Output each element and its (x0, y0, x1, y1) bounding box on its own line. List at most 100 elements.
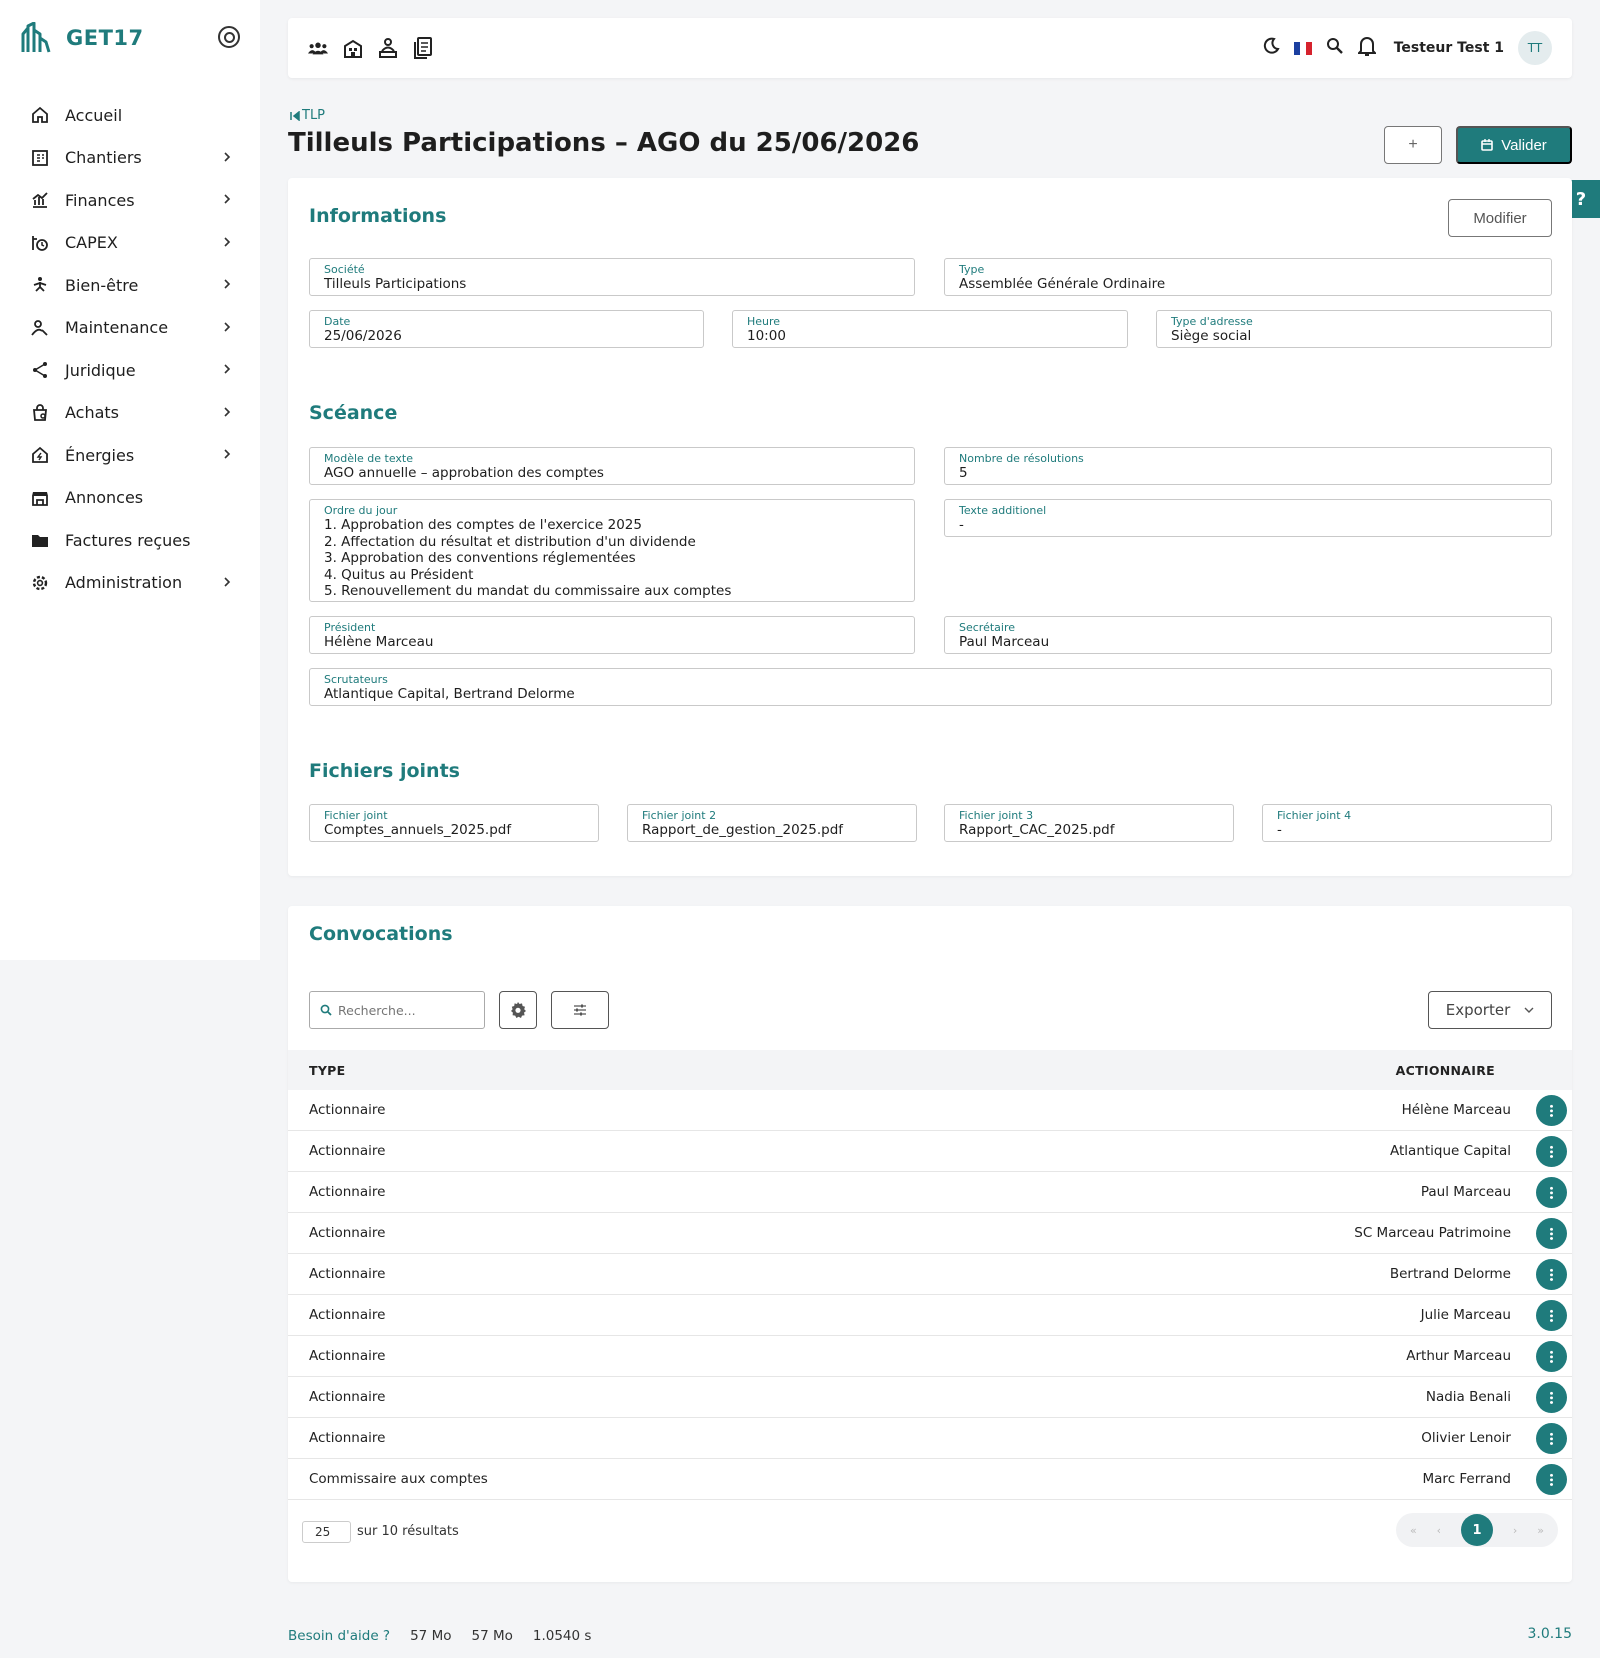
sidebar-item-juridique[interactable]: Juridique (0, 349, 260, 392)
fichier-joint-3-field[interactable]: Fichier joint 3 Rapport_CAC_2025.pdf (944, 804, 1234, 842)
heure-field[interactable]: Heure 10:00 (732, 310, 1128, 348)
more-vertical-icon (1550, 1103, 1553, 1117)
row-actions-button[interactable] (1536, 1094, 1567, 1126)
table-row[interactable]: Actionnaire Nadia Benali (288, 1377, 1572, 1418)
breadcrumb[interactable]: TLP (290, 108, 325, 123)
search-box[interactable] (309, 991, 485, 1029)
cell-type: Actionnaire (309, 1430, 386, 1446)
table-row[interactable]: Actionnaire SC Marceau Patrimoine (288, 1213, 1572, 1254)
table-row[interactable]: Actionnaire Olivier Lenoir (288, 1418, 1572, 1459)
row-actions-button[interactable] (1536, 1217, 1567, 1249)
scrutateurs-field[interactable]: Scrutateurs Atlantique Capital, Bertrand… (309, 668, 1552, 706)
sidebar-item-chantiers[interactable]: Chantiers (0, 137, 260, 180)
sidebar-item-maintenance[interactable]: Maintenance (0, 307, 260, 350)
french-flag-icon[interactable] (1293, 41, 1312, 55)
type-adresse-field[interactable]: Type d'adresse Siège social (1156, 310, 1552, 348)
current-page-button[interactable]: 1 (1460, 1514, 1493, 1546)
nb-resolutions-field[interactable]: Nombre de résolutions 5 (944, 447, 1552, 485)
pagination: « ‹ 1 › » (1396, 1513, 1558, 1547)
bell-icon[interactable] (1356, 36, 1378, 60)
sidebar-item-finances[interactable]: Finances (0, 179, 260, 222)
sidebar-item-administration[interactable]: Administration (0, 562, 260, 605)
row-actions-button[interactable] (1536, 1135, 1567, 1167)
search-input[interactable] (338, 1002, 478, 1018)
fichier-joint-2-field[interactable]: Fichier joint 2 Rapport_de_gestion_2025.… (627, 804, 917, 842)
sidebar-item-label: Finances (65, 190, 135, 210)
prev-page-button[interactable]: ‹ (1437, 1524, 1441, 1537)
modifier-button[interactable]: Modifier (1448, 199, 1552, 237)
search-icon (320, 1004, 332, 1016)
building-icon[interactable] (343, 37, 363, 59)
per-page-select[interactable]: 25 (302, 1521, 351, 1543)
row-actions-button[interactable] (1536, 1422, 1567, 1454)
ordre-du-jour-field[interactable]: Ordre du jour 1. Approbation des comptes… (309, 499, 915, 602)
documents-icon[interactable] (413, 37, 433, 59)
help-link[interactable]: Besoin d'aide ? (288, 1628, 390, 1644)
cell-type: Actionnaire (309, 1348, 386, 1364)
more-vertical-icon (1550, 1472, 1553, 1486)
sidebar-item-accueil[interactable]: Accueil (0, 94, 260, 137)
next-page-button[interactable]: › (1513, 1524, 1517, 1537)
field-label: Fichier joint 2 (642, 809, 717, 822)
table-row[interactable]: Actionnaire Atlantique Capital (288, 1131, 1572, 1172)
fichier-joint-4-field[interactable]: Fichier joint 4 - (1262, 804, 1552, 842)
row-actions-button[interactable] (1536, 1463, 1567, 1495)
table-row[interactable]: Actionnaire Julie Marceau (288, 1295, 1572, 1336)
column-header-actionnaire[interactable]: ACTIONNAIRE (1396, 1063, 1495, 1078)
sidebar-item-énergies[interactable]: Énergies (0, 434, 260, 477)
wellness-icon (30, 275, 50, 295)
search-icon[interactable] (1326, 37, 1344, 59)
secretaire-field[interactable]: Secrétaire Paul Marceau (944, 616, 1552, 654)
sidebar-item-capex[interactable]: CAPEX (0, 222, 260, 265)
sidebar-item-annonces[interactable]: Annonces (0, 477, 260, 520)
field-label: Nombre de résolutions (959, 452, 1084, 465)
row-actions-button[interactable] (1536, 1340, 1567, 1372)
row-actions-button[interactable] (1536, 1258, 1567, 1290)
sidebar-item-achats[interactable]: Achats (0, 392, 260, 435)
user-name[interactable]: Testeur Test 1 (1394, 40, 1504, 56)
field-label: Fichier joint 4 (1277, 809, 1352, 822)
type-field[interactable]: Type Assemblée Générale Ordinaire (944, 258, 1552, 296)
sidebar-item-label: Juridique (65, 360, 136, 380)
more-vertical-icon (1550, 1226, 1553, 1240)
date-field[interactable]: Date 25/06/2026 (309, 310, 704, 348)
societe-field[interactable]: Société Tilleuls Participations (309, 258, 915, 296)
cell-type: Actionnaire (309, 1143, 386, 1159)
sidebar-toggle-icon[interactable] (218, 26, 240, 48)
row-actions-button[interactable] (1536, 1381, 1567, 1413)
last-page-button[interactable]: » (1537, 1524, 1544, 1537)
texte-additionnel-field[interactable]: Texte additionel - (944, 499, 1552, 537)
column-header-type[interactable]: TYPE (309, 1063, 345, 1078)
filter-button[interactable] (551, 991, 609, 1029)
more-vertical-icon (1550, 1144, 1553, 1158)
add-button[interactable]: + (1384, 126, 1442, 164)
footer: Besoin d'aide ? 57 Mo 57 Mo 1.0540 s (288, 1628, 591, 1644)
people-icon[interactable] (308, 37, 328, 59)
table-row[interactable]: Commissaire aux comptes Marc Ferrand (288, 1459, 1572, 1500)
avatar[interactable]: TT (1518, 31, 1552, 65)
field-label: Type (959, 263, 985, 276)
results-count: sur 10 résultats (357, 1524, 459, 1539)
settings-button[interactable] (499, 991, 537, 1029)
sidebar-item-factures-reçues[interactable]: Factures reçues (0, 519, 260, 562)
row-actions-button[interactable] (1536, 1176, 1567, 1208)
sidebar-item-bien-être[interactable]: Bien-être (0, 264, 260, 307)
table-row[interactable]: Actionnaire Bertrand Delorme (288, 1254, 1572, 1295)
export-button[interactable]: Exporter (1428, 991, 1552, 1029)
fichier-joint-1-field[interactable]: Fichier joint Comptes_annuels_2025.pdf (309, 804, 599, 842)
table-row[interactable]: Actionnaire Paul Marceau (288, 1172, 1572, 1213)
dark-mode-icon[interactable] (1262, 37, 1280, 59)
president-field[interactable]: Président Hélène Marceau (309, 616, 915, 654)
brand-logo[interactable]: GET17 (20, 22, 144, 54)
sidebar-item-label: Bien-être (65, 275, 139, 295)
valider-button[interactable]: Valider (1456, 126, 1572, 164)
table-row[interactable]: Actionnaire Hélène Marceau (288, 1090, 1572, 1131)
field-value: 5 (959, 465, 968, 481)
first-page-button[interactable]: « (1410, 1524, 1417, 1537)
row-actions-button[interactable] (1536, 1299, 1567, 1331)
modele-field[interactable]: Modèle de texte AGO annuelle – approbati… (309, 447, 915, 485)
sidebar-item-label: Maintenance (65, 318, 169, 338)
field-value: Rapport_de_gestion_2025.pdf (642, 822, 844, 838)
table-row[interactable]: Actionnaire Arthur Marceau (288, 1336, 1572, 1377)
person-desk-icon[interactable] (378, 37, 398, 59)
